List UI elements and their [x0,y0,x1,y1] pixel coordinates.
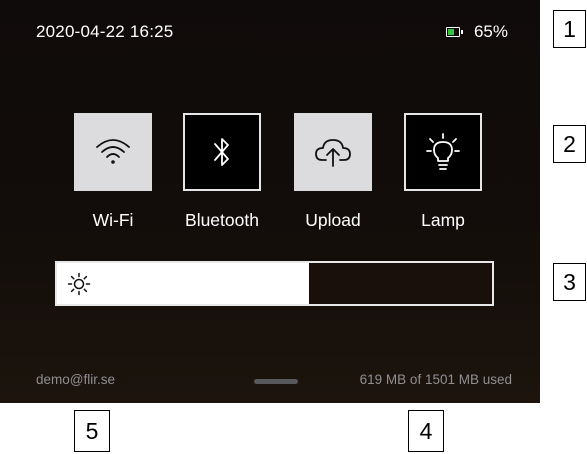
battery-percent: 65% [473,22,508,41]
swipe-handle[interactable] [254,379,298,384]
sun-icon [67,272,91,296]
callout-1: 1 [553,10,586,48]
quick-toggles: Wi-Fi Bluetooth Upload Lamp [54,113,494,233]
toggle-wifi: Wi-Fi [54,113,172,231]
datetime: 2020-04-22 16:25 [36,22,174,41]
callout-4: 4 [408,410,444,452]
bluetooth-label: Bluetooth [185,210,259,230]
storage-usage: 619 MB of 1501 MB used [359,372,512,387]
cloud-upload-icon [315,139,351,167]
battery-icon [445,27,463,37]
callout-5: 5 [74,410,110,452]
footer: demo@flir.se 619 MB of 1501 MB used [0,370,540,392]
bluetooth-toggle-button[interactable] [183,113,261,191]
toggle-lamp: Lamp [384,113,502,231]
lightbulb-icon [426,133,460,170]
brightness-slider[interactable] [55,261,494,306]
callout-2: 2 [553,125,586,163]
toggle-upload: Upload [274,113,392,231]
account-email: demo@flir.se [36,372,115,387]
wifi-toggle-button[interactable] [74,113,152,191]
wifi-icon [96,139,130,164]
status-bar: 2020-04-22 16:25 65% [36,22,508,44]
camera-screen: 2020-04-22 16:25 65% Wi-Fi Bluetooth Upl… [0,0,540,403]
lamp-toggle-button[interactable] [404,113,482,191]
battery-status: 65% [445,22,508,42]
callout-3: 3 [553,263,586,301]
bluetooth-icon [214,138,229,166]
upload-toggle-button[interactable] [294,113,372,191]
wifi-label: Wi-Fi [92,210,134,230]
lamp-label: Lamp [421,210,465,230]
brightness-slider-fill [57,263,310,304]
upload-label: Upload [305,210,361,230]
toggle-bluetooth: Bluetooth [163,113,281,231]
